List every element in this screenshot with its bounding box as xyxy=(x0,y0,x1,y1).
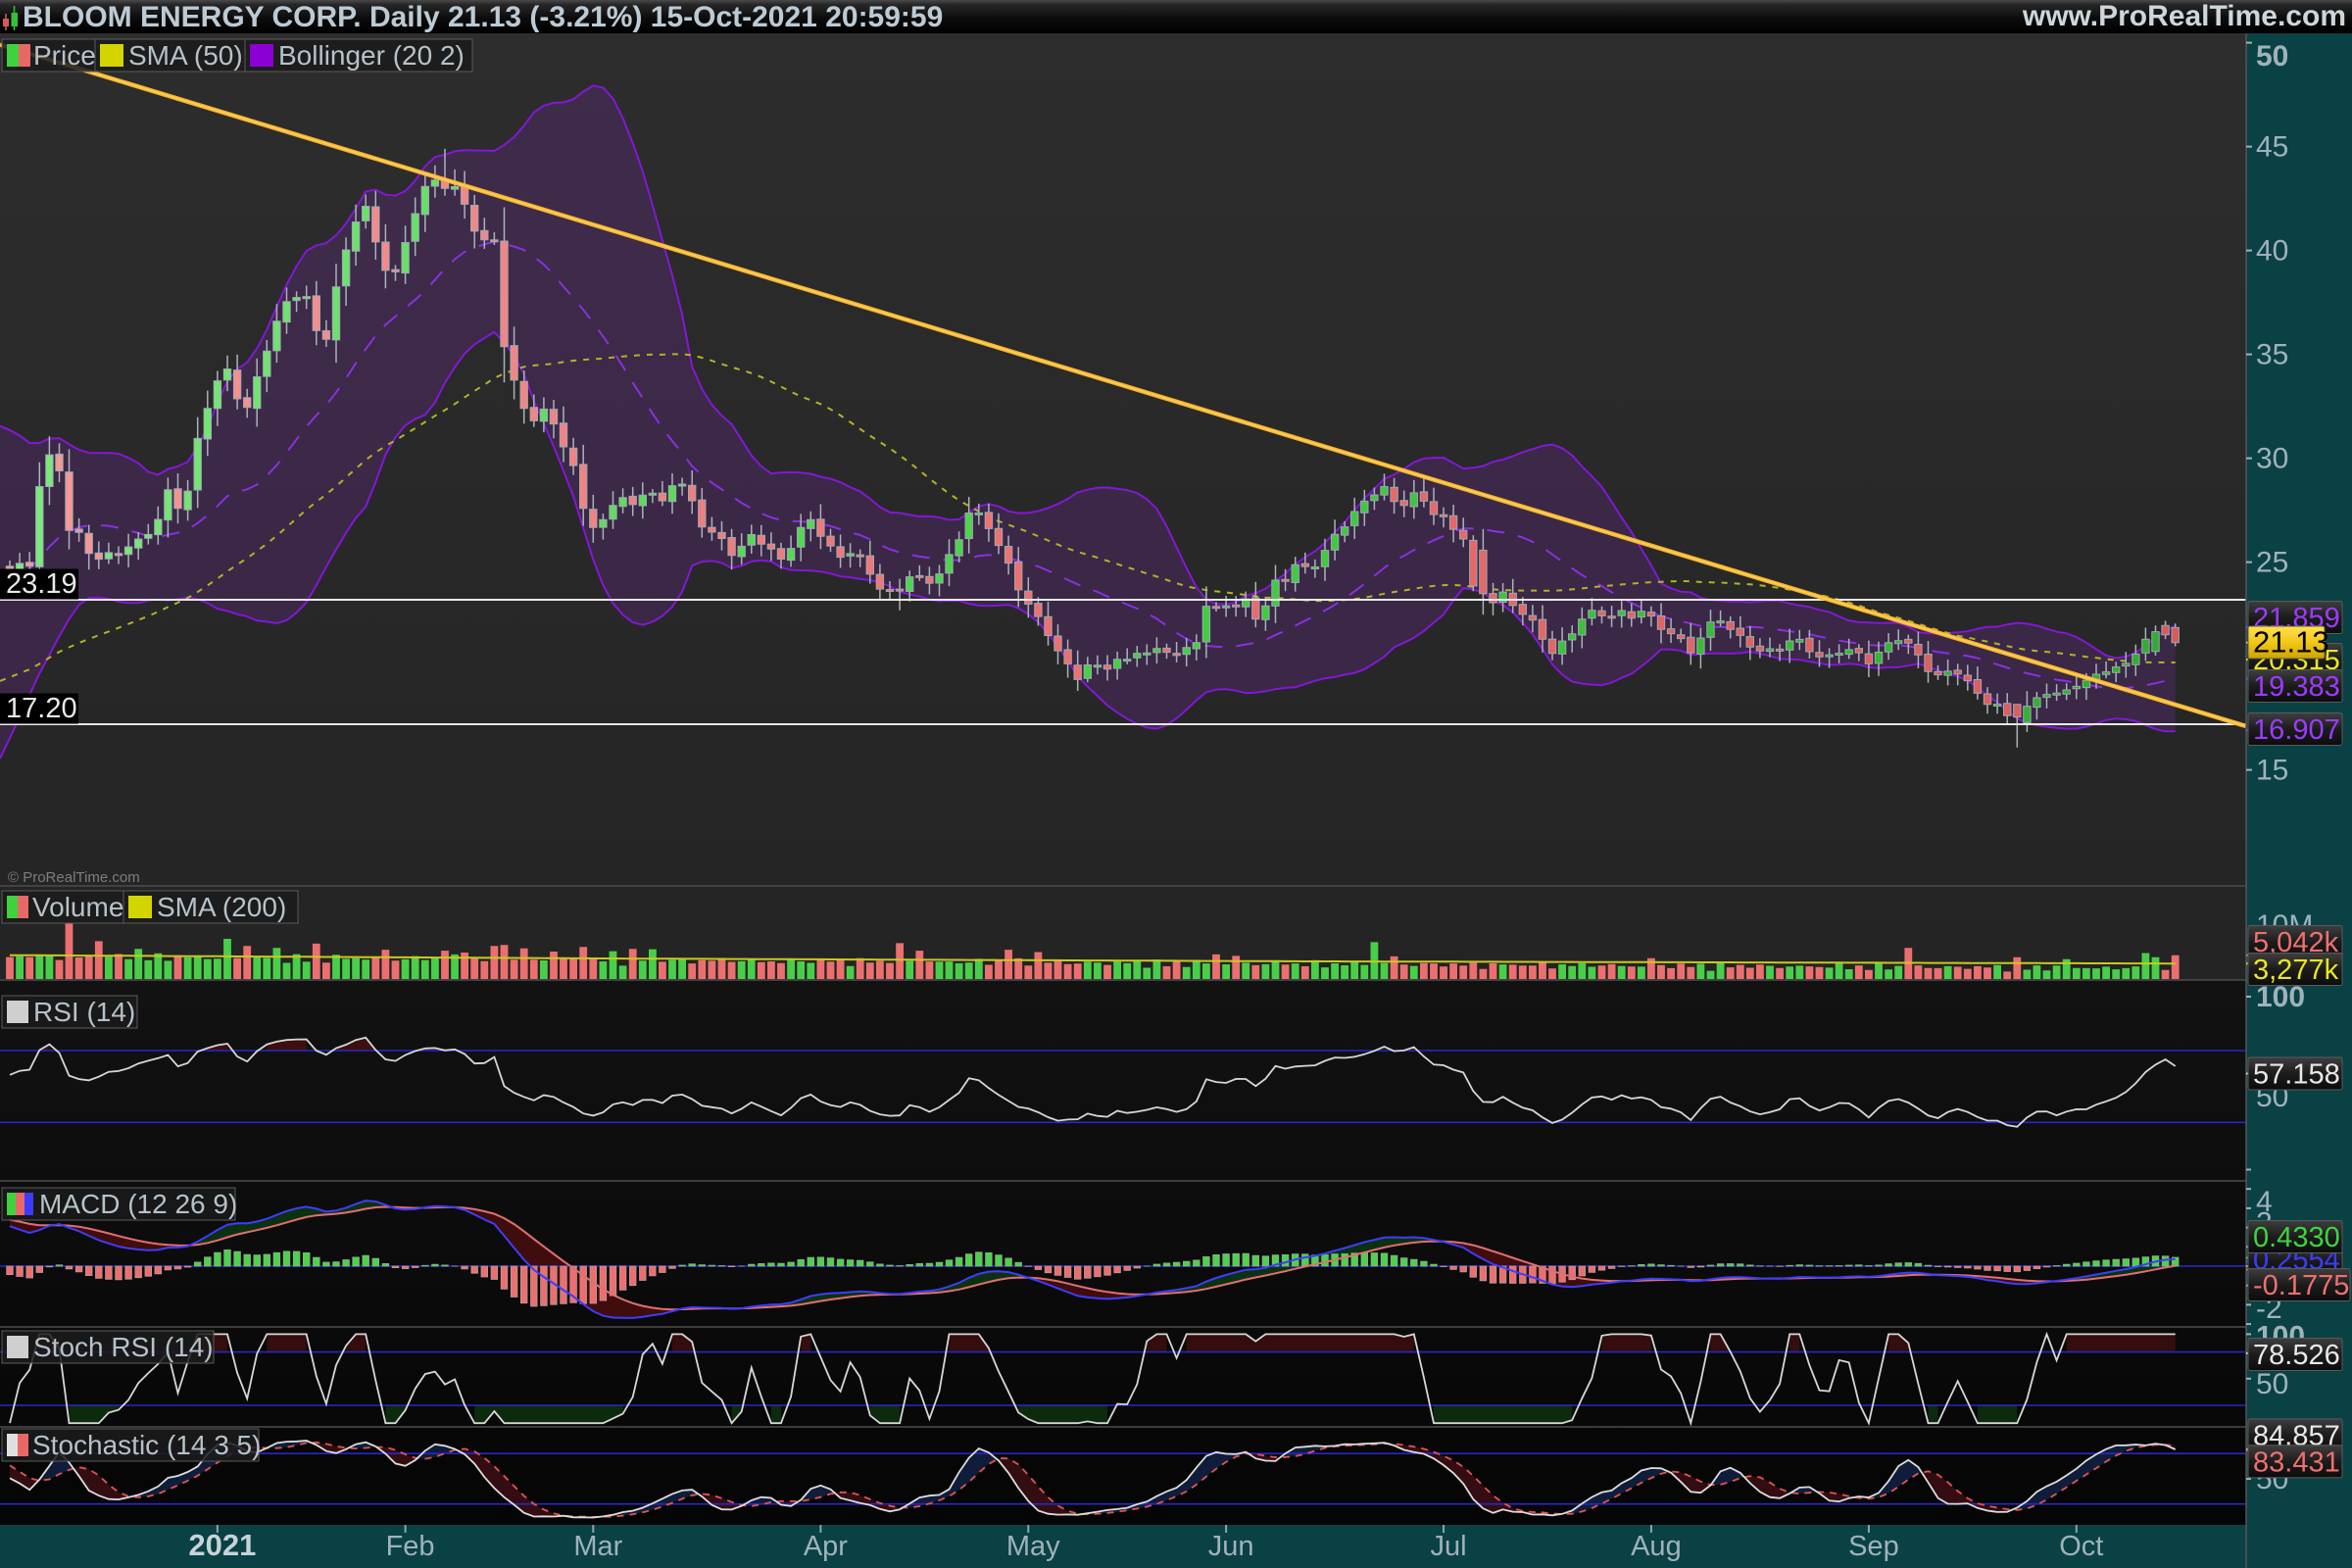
svg-text:83.431: 83.431 xyxy=(2253,1446,2340,1478)
svg-text:2021: 2021 xyxy=(188,1528,256,1562)
svg-text:Sep: Sep xyxy=(1848,1531,1899,1562)
svg-text:Price: Price xyxy=(33,40,96,71)
svg-text:RSI (14): RSI (14) xyxy=(33,997,135,1027)
svg-text:May: May xyxy=(1006,1531,1060,1562)
svg-text:SMA (200): SMA (200) xyxy=(157,892,286,922)
svg-text:45: 45 xyxy=(2256,131,2288,164)
svg-text:78.526: 78.526 xyxy=(2253,1340,2340,1371)
svg-text:Jun: Jun xyxy=(1208,1531,1254,1562)
svg-text:Bollinger (20 2): Bollinger (20 2) xyxy=(278,40,465,71)
svg-text:MACD (12 26 9): MACD (12 26 9) xyxy=(39,1189,237,1219)
svg-text:SMA (50): SMA (50) xyxy=(128,40,243,71)
svg-text:BLOOM ENERGY CORP. Daily 21.13: BLOOM ENERGY CORP. Daily 21.13 (-3.21%) … xyxy=(23,1,943,33)
svg-text:© ProRealTime.com: © ProRealTime.com xyxy=(8,869,140,886)
svg-text:Oct: Oct xyxy=(2059,1531,2103,1562)
svg-text:40: 40 xyxy=(2256,235,2288,268)
svg-text:Aug: Aug xyxy=(1631,1531,1682,1562)
svg-text:Feb: Feb xyxy=(386,1531,435,1562)
svg-text:Volume: Volume xyxy=(32,892,123,922)
svg-text:25: 25 xyxy=(2256,547,2288,579)
svg-text:Mar: Mar xyxy=(573,1531,622,1562)
svg-text:30: 30 xyxy=(2256,443,2288,475)
svg-text:Jul: Jul xyxy=(1430,1531,1466,1562)
svg-text:35: 35 xyxy=(2256,339,2288,371)
svg-text:Apr: Apr xyxy=(804,1531,848,1562)
svg-text:15: 15 xyxy=(2256,755,2288,787)
svg-text:100: 100 xyxy=(2256,981,2305,1013)
svg-text:Stochastic (14 3 5): Stochastic (14 3 5) xyxy=(32,1430,261,1460)
svg-text:50: 50 xyxy=(2256,1368,2288,1400)
svg-text:17.20: 17.20 xyxy=(6,693,77,724)
svg-text:50: 50 xyxy=(2256,40,2288,73)
svg-text:23.19: 23.19 xyxy=(6,568,77,600)
svg-text:-0.1775: -0.1775 xyxy=(2253,1270,2349,1301)
svg-text:Stoch RSI (14): Stoch RSI (14) xyxy=(33,1332,214,1362)
svg-text:21.13: 21.13 xyxy=(2253,625,2329,660)
svg-text:57.158: 57.158 xyxy=(2253,1059,2340,1091)
svg-text:16.907: 16.907 xyxy=(2253,714,2340,746)
svg-text:19.383: 19.383 xyxy=(2253,671,2340,703)
svg-text:0.4330: 0.4330 xyxy=(2253,1222,2340,1253)
svg-text:www.ProRealTime.com: www.ProRealTime.com xyxy=(2022,0,2346,32)
